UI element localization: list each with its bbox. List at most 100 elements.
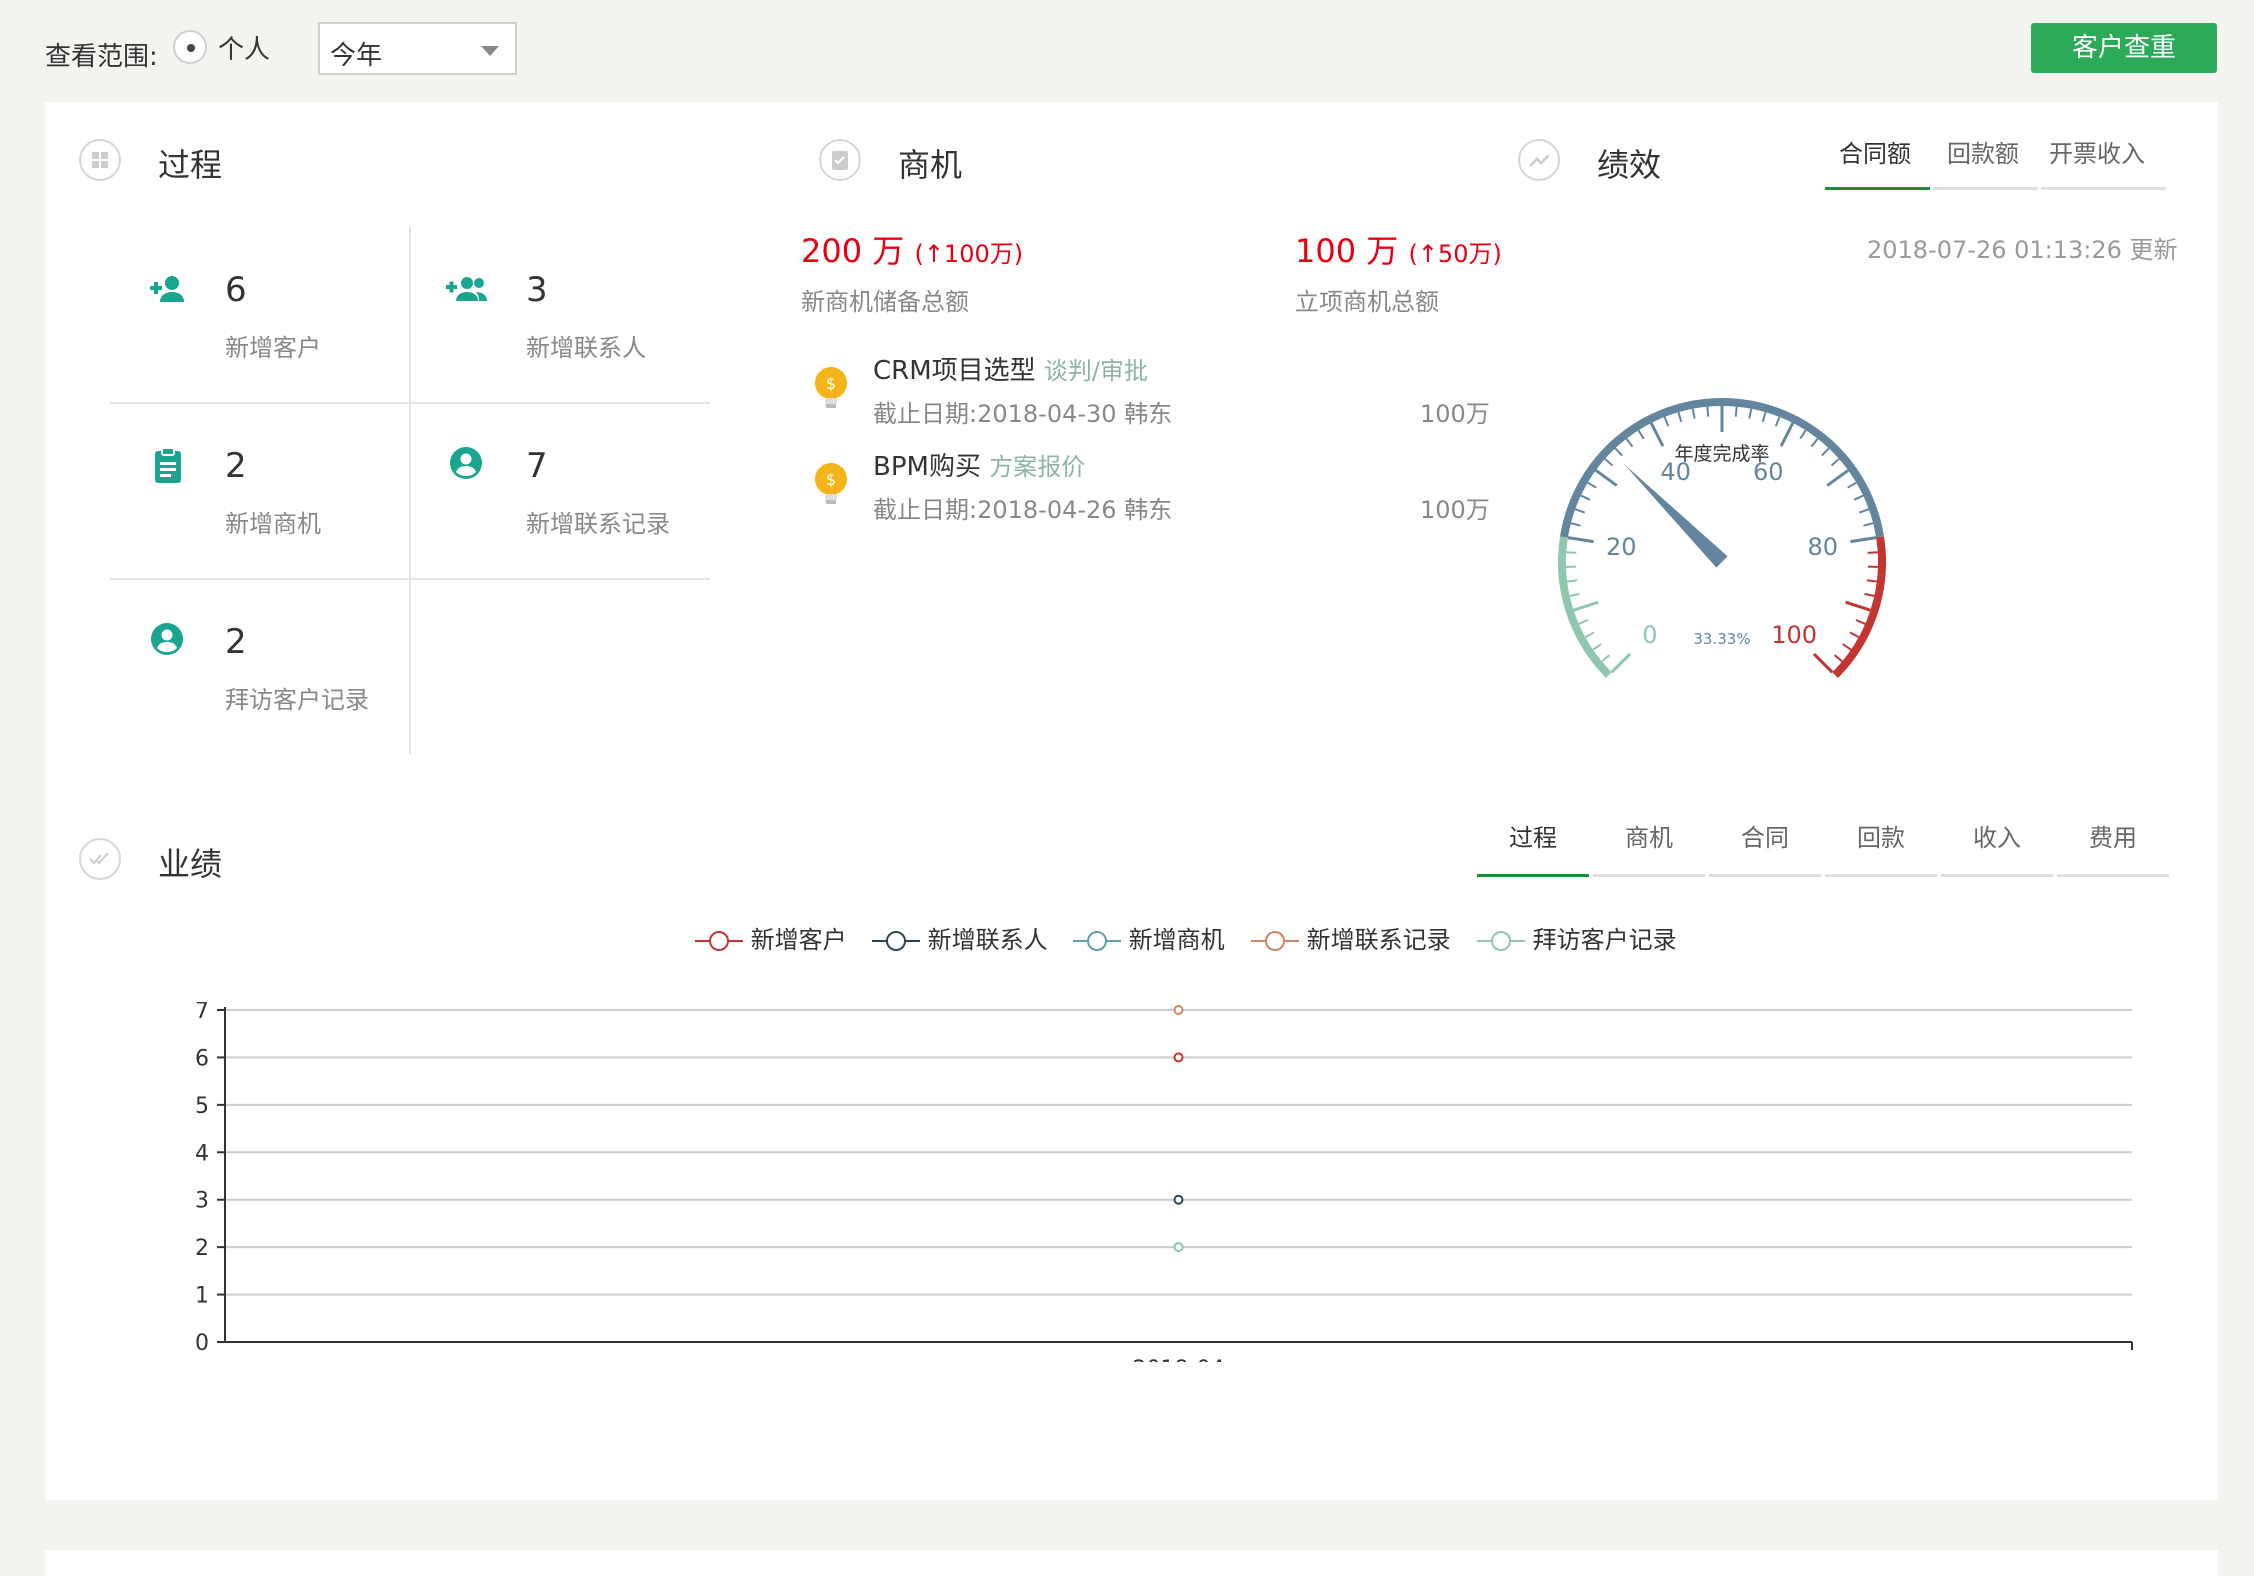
tab-indicator xyxy=(1825,874,1937,877)
gauge-tick xyxy=(1691,408,1696,419)
gauge-tick xyxy=(1845,600,1871,612)
gauge-tick xyxy=(1663,416,1670,427)
legend-marker xyxy=(1251,931,1299,951)
tab-contract[interactable]: 合同 xyxy=(1709,818,1821,853)
tab-indicator xyxy=(2057,874,2169,877)
legend-marker xyxy=(1073,931,1121,951)
legend-item-1[interactable]: 新增联系人 xyxy=(872,920,1048,955)
gauge-tick xyxy=(1849,631,1860,639)
customer-dedupe-button[interactable]: 客户查重 xyxy=(2031,23,2217,73)
divider xyxy=(409,226,411,754)
gauge-tick xyxy=(1677,411,1683,423)
gauge-tick xyxy=(1706,406,1710,417)
lightbulb-icon: $ xyxy=(814,462,848,512)
opportunity-name[interactable]: BPM购买 xyxy=(873,452,981,482)
gauge-tick xyxy=(1779,422,1795,447)
data-point[interactable] xyxy=(1173,1194,1184,1205)
tab-payment[interactable]: 回款 xyxy=(1825,818,1937,853)
legend-label: 拜访客户记录 xyxy=(1532,926,1677,954)
opportunity-item[interactable]: CRM项目选型 谈判/审批 xyxy=(873,350,1148,387)
gauge-tick xyxy=(1625,438,1634,448)
period-select[interactable]: 今年 xyxy=(318,22,517,75)
gauge-tick xyxy=(1842,643,1852,651)
stat-new-customers-label: 新增客户 xyxy=(225,334,321,362)
gauge-tick xyxy=(1580,494,1591,501)
legend-item-2[interactable]: 新增商机 xyxy=(1073,920,1225,955)
legend-item-3[interactable]: 新增联系记录 xyxy=(1251,920,1451,955)
opportunity-stage: 方案报价 xyxy=(989,453,1086,481)
legend-label: 新增客户 xyxy=(750,926,847,954)
tab-payment-amount[interactable]: 回款额 xyxy=(1933,134,2033,169)
gauge-tick xyxy=(1799,429,1807,440)
user-circle-icon xyxy=(449,446,489,486)
arrow-up-icon: ↑ xyxy=(923,240,944,268)
gauge-tick xyxy=(1584,631,1595,639)
legend-item-4[interactable]: 拜访客户记录 xyxy=(1477,920,1677,955)
data-point[interactable] xyxy=(1173,1005,1184,1015)
gauge-tick xyxy=(1859,508,1870,514)
tab-expense[interactable]: 费用 xyxy=(2057,818,2169,853)
tab-indicator xyxy=(1941,874,2053,877)
gauge-tick-label: 100 xyxy=(1771,621,1817,649)
y-tick-label: 4 xyxy=(195,1141,209,1166)
project-delta: (↑50万) xyxy=(1408,240,1502,268)
tab-indicator xyxy=(1933,187,2038,190)
gauge-tick xyxy=(1810,438,1819,448)
gauge-tick-label: 20 xyxy=(1606,533,1637,561)
opportunity-title: 商机 xyxy=(898,146,963,184)
updated-time: 2018-07-26 01:13:26 更新 xyxy=(1867,236,2178,264)
gauge-tick xyxy=(1855,619,1866,625)
gauge-title: 年度完成率 xyxy=(1674,443,1769,465)
tab-contract-amount[interactable]: 合同额 xyxy=(1825,134,1925,169)
scope-radio-label[interactable]: 个人 xyxy=(218,29,270,66)
add-person-icon xyxy=(148,272,188,312)
legend-marker xyxy=(1477,931,1525,951)
gauge-tick xyxy=(1566,551,1577,554)
y-tick-label: 6 xyxy=(195,1046,209,1071)
filter-bar: 查看范围: 个人 今年 客户查重 xyxy=(0,0,2254,100)
opportunity-stage: 谈判/审批 xyxy=(1043,357,1149,385)
gauge-tick xyxy=(1587,481,1597,489)
scope-radio[interactable] xyxy=(173,30,207,64)
gauge-tick xyxy=(1567,579,1578,583)
user-circle-icon xyxy=(150,622,190,662)
gauge-tick xyxy=(1867,551,1878,554)
gauge-tick xyxy=(1748,408,1753,419)
tab-indicator xyxy=(2041,187,2166,190)
stat-new-contacts-value: 3 xyxy=(526,270,548,310)
stat-visit-records-value: 2 xyxy=(225,622,247,662)
gauge-tick xyxy=(1866,579,1877,583)
stat-new-contacts-label: 新增联系人 xyxy=(526,334,646,362)
stat-new-contact-records-value: 7 xyxy=(526,446,548,486)
legend-marker xyxy=(872,931,920,951)
tab-process[interactable]: 过程 xyxy=(1477,818,1589,853)
gauge-tick xyxy=(1594,469,1618,487)
opportunity-name[interactable]: CRM项目选型 xyxy=(873,356,1036,386)
data-point[interactable] xyxy=(1173,1052,1184,1063)
performance-title: 绩效 xyxy=(1597,146,1662,184)
opportunity-item[interactable]: BPM购买 方案报价 xyxy=(873,446,1085,483)
gauge-tick-label: 0 xyxy=(1642,621,1657,649)
tab-income[interactable]: 收入 xyxy=(1941,818,2053,853)
reserve-delta: (↑100万) xyxy=(914,240,1024,268)
clipboard-check-icon xyxy=(819,139,861,181)
gauge-tick xyxy=(1734,406,1738,417)
gauge-tick xyxy=(1864,592,1875,598)
gauge-tick xyxy=(1761,411,1767,423)
gauge-tick xyxy=(1649,422,1665,447)
data-point[interactable] xyxy=(1173,1242,1184,1253)
tab-opportunity[interactable]: 商机 xyxy=(1593,818,1705,853)
add-group-icon xyxy=(446,272,487,312)
reserve-delta-value: 100万 xyxy=(943,240,1014,268)
opportunity-meta: 截止日期:2018-04-26 韩东 xyxy=(873,496,1173,524)
gauge-tick xyxy=(1830,458,1840,467)
legend-item-0[interactable]: 新增客户 xyxy=(695,920,847,955)
gauge-tick xyxy=(1570,522,1581,527)
chevron-down-icon xyxy=(481,46,499,56)
project-amount: 100 万 (↑50万) xyxy=(1295,226,1502,272)
gauge-tick xyxy=(1573,600,1599,612)
gauge-tick xyxy=(1567,536,1594,544)
tab-invoice-income[interactable]: 开票收入 xyxy=(2041,134,2153,169)
completion-gauge: 02040 6080100年度完成率33.33% xyxy=(1558,398,1886,678)
y-tick-label: 1 xyxy=(195,1284,209,1309)
